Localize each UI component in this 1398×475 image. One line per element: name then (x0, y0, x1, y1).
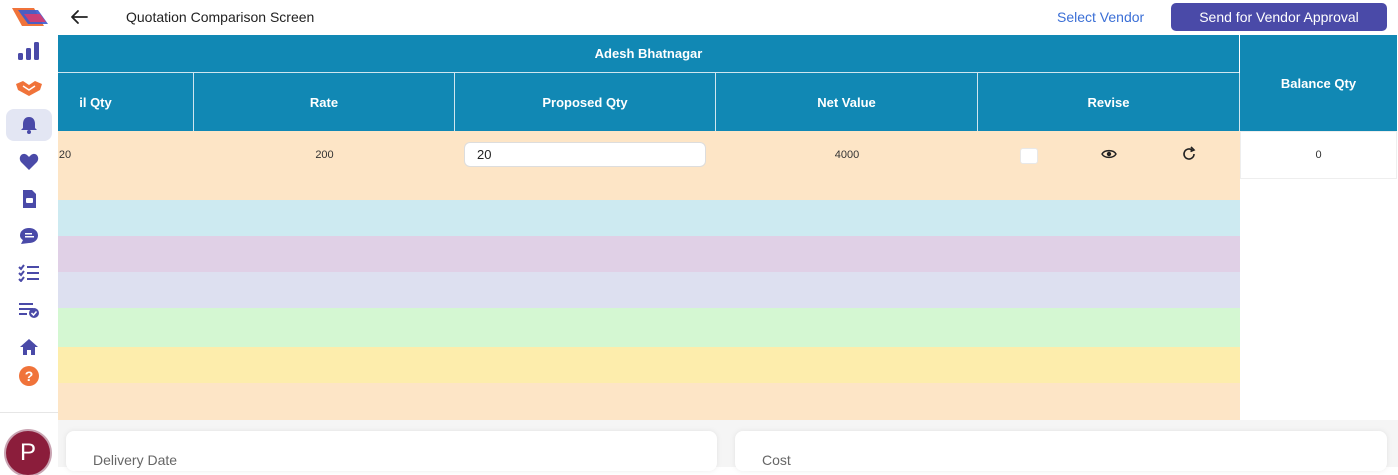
table-row-empty (58, 383, 1240, 420)
table-row-empty (58, 347, 1240, 383)
sidebar-item-messages[interactable] (6, 220, 52, 252)
cell-rate: 200 (315, 149, 334, 161)
eye-icon[interactable] (1101, 148, 1117, 160)
quotation-table: Adesh Bhatnagar Balance Qty il Qty Rate … (58, 35, 1398, 420)
delivery-date-card[interactable]: Delivery Date (66, 431, 717, 471)
table-row-empty (58, 200, 1240, 236)
sidebar-item-documents[interactable] (6, 183, 52, 215)
sidebar-item-approvals[interactable] (6, 294, 52, 326)
back-arrow-icon[interactable] (68, 6, 90, 28)
chat-list-icon (20, 228, 38, 244)
sidebar-item-home[interactable] (6, 331, 52, 363)
cell-net-value: 4000 (834, 149, 860, 161)
heart-icon (19, 153, 39, 170)
column-header-rate: Rate (194, 73, 455, 131)
sidebar-item-dashboard[interactable] (6, 35, 52, 67)
table-row-empty (58, 272, 1240, 308)
table-row-empty (58, 236, 1240, 272)
refresh-icon[interactable] (1181, 146, 1197, 162)
sidebar-item-help[interactable]: ? (6, 360, 52, 392)
delivery-date-label: Delivery Date (93, 452, 178, 468)
column-header-revise: Revise (978, 73, 1240, 131)
sidebar-divider (0, 412, 58, 413)
svg-text:?: ? (25, 368, 34, 384)
table-row-empty (58, 308, 1240, 347)
sidebar-item-deals[interactable] (6, 72, 52, 104)
handshake-icon (16, 81, 42, 96)
approved-list-icon (19, 303, 39, 318)
cost-label: Cost (762, 452, 791, 468)
balance-qty-header: Balance Qty (1240, 35, 1397, 131)
page-title: Quotation Comparison Screen (126, 9, 315, 25)
sidebar-item-notifications[interactable] (6, 109, 52, 141)
cost-card[interactable]: Cost (735, 431, 1387, 471)
app-logo (12, 8, 48, 26)
cell-balance-qty: 0 (1240, 131, 1397, 179)
column-header-avail-qty: il Qty (58, 73, 194, 131)
column-header-proposed-qty: Proposed Qty (455, 73, 716, 131)
vendor-name-header: Adesh Bhatnagar (58, 35, 1239, 73)
proposed-qty-input[interactable] (464, 142, 706, 167)
column-header-net-value: Net Value (716, 73, 978, 131)
checklist-icon (18, 264, 39, 282)
sidebar-item-favorites[interactable] (6, 146, 52, 178)
cell-avail-qty: 20 (58, 149, 72, 161)
bell-icon (21, 117, 37, 134)
user-avatar[interactable]: P (6, 431, 50, 475)
revise-checkbox[interactable] (1020, 148, 1038, 164)
sidebar-item-tasks[interactable] (6, 257, 52, 289)
help-icon: ? (19, 366, 39, 386)
bar-chart-icon (18, 42, 39, 60)
document-icon (23, 190, 36, 208)
sidebar: ? P (0, 0, 58, 475)
select-vendor-link[interactable]: Select Vendor (1057, 9, 1144, 25)
home-icon (20, 339, 38, 355)
send-for-vendor-approval-button[interactable]: Send for Vendor Approval (1171, 3, 1387, 31)
